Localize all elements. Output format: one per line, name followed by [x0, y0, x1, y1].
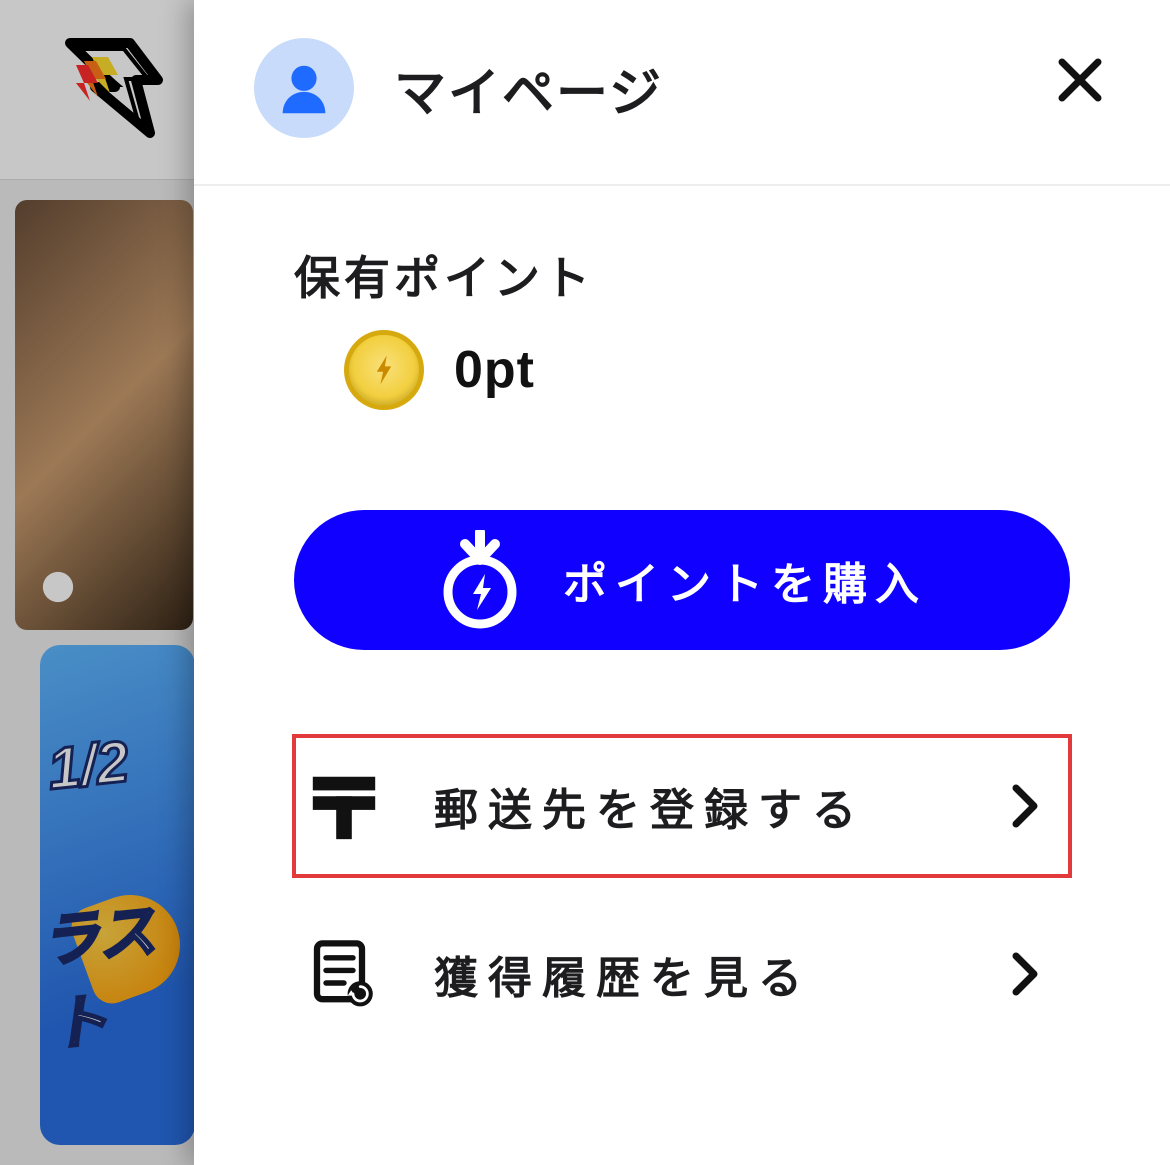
coin-icon	[344, 330, 424, 410]
points-row: 0pt	[294, 330, 1170, 410]
menu-item-label: 獲得履歴を見る	[434, 942, 1012, 1006]
points-value: 0pt	[454, 340, 535, 400]
chevron-right-icon	[1012, 952, 1040, 996]
page-title: マイページ	[394, 51, 663, 126]
mypage-drawer: マイページ 保有ポイント 0pt	[194, 0, 1170, 1165]
buy-points-icon	[437, 530, 523, 630]
avatar-icon	[254, 38, 354, 138]
close-button[interactable]	[1050, 50, 1110, 110]
menu-item-label: 郵送先を登録する	[434, 774, 1012, 838]
points-section: 保有ポイント 0pt	[194, 186, 1170, 410]
menu-item-history[interactable]: 獲得履歴を見る	[294, 904, 1070, 1044]
chevron-right-icon	[1012, 784, 1040, 828]
drawer-header: マイページ	[194, 0, 1170, 186]
buy-points-button[interactable]: ポイントを購入	[294, 510, 1070, 650]
buy-points-label: ポイントを購入	[563, 548, 927, 612]
close-icon	[1056, 56, 1104, 104]
menu-item-register-address[interactable]: 郵送先を登録する	[294, 736, 1070, 876]
points-label: 保有ポイント	[294, 242, 1170, 308]
menu-list: 郵送先を登録する	[194, 650, 1170, 1044]
document-history-icon	[304, 934, 384, 1014]
postal-icon	[304, 766, 384, 846]
